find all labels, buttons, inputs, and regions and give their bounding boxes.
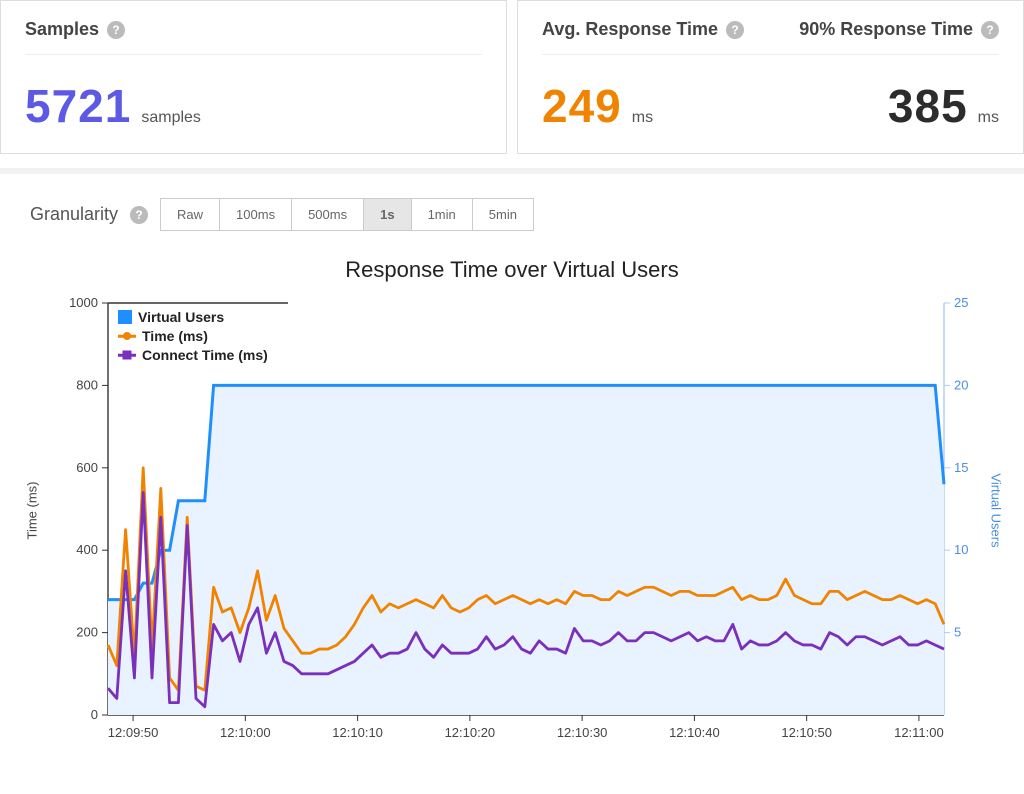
avg-unit: ms [632,109,653,127]
svg-text:12:11:00: 12:11:00 [894,725,944,740]
svg-text:200: 200 [76,625,98,640]
chart-legend: Virtual Users Time (ms) Connect Time (ms) [118,309,268,366]
svg-text:10: 10 [954,542,968,557]
avg-value: 249 [542,79,622,133]
samples-unit: samples [141,109,201,127]
help-icon[interactable]: ? [726,21,744,39]
granularity-button-1s[interactable]: 1s [364,199,411,230]
svg-text:12:10:10: 12:10:10 [332,725,383,740]
svg-text:12:10:40: 12:10:40 [669,725,720,740]
response-time-card: Avg. Response Time ? 90% Response Time ?… [517,0,1024,154]
svg-text:25: 25 [954,295,968,310]
svg-text:12:09:50: 12:09:50 [108,725,159,740]
samples-label: Samples [25,19,99,40]
help-icon[interactable]: ? [130,206,148,224]
help-icon[interactable]: ? [981,21,999,39]
right-axis-label: Virtual Users [989,473,1004,547]
granularity-button-1min[interactable]: 1min [412,199,473,230]
p90-value: 385 [888,79,968,133]
granularity-button-500ms[interactable]: 500ms [292,199,364,230]
granularity-button-raw[interactable]: Raw [161,199,220,230]
svg-text:12:10:20: 12:10:20 [445,725,496,740]
samples-value: 5721 [25,79,131,133]
help-icon[interactable]: ? [107,21,125,39]
svg-text:12:10:00: 12:10:00 [220,725,271,740]
samples-card: Samples ? 5721 samples [0,0,507,154]
chart-section: Granularity ? Raw100ms500ms1s1min5min Re… [0,168,1024,771]
svg-text:1000: 1000 [69,295,98,310]
granularity-button-5min[interactable]: 5min [473,199,533,230]
granularity-button-100ms[interactable]: 100ms [220,199,292,230]
chart-canvas: Time (ms) Virtual Users Virtual Users Tim… [30,291,994,761]
svg-text:20: 20 [954,377,968,392]
granularity-label: Granularity [30,204,118,225]
legend-item[interactable]: Time (ms) [118,328,268,344]
legend-item[interactable]: Connect Time (ms) [118,347,268,363]
svg-text:12:10:30: 12:10:30 [557,725,608,740]
svg-text:800: 800 [76,377,98,392]
granularity-buttons: Raw100ms500ms1s1min5min [160,198,534,231]
svg-text:15: 15 [954,460,968,475]
svg-text:0: 0 [91,707,98,722]
chart-title: Response Time over Virtual Users [30,257,994,283]
p90-unit: ms [978,109,999,127]
legend-item[interactable]: Virtual Users [118,309,268,325]
avg-label: Avg. Response Time [542,19,718,40]
svg-text:400: 400 [76,542,98,557]
left-axis-label: Time (ms) [25,481,40,539]
svg-text:5: 5 [954,625,961,640]
p90-label: 90% Response Time [799,19,973,40]
svg-text:12:10:50: 12:10:50 [781,725,832,740]
svg-text:600: 600 [76,460,98,475]
